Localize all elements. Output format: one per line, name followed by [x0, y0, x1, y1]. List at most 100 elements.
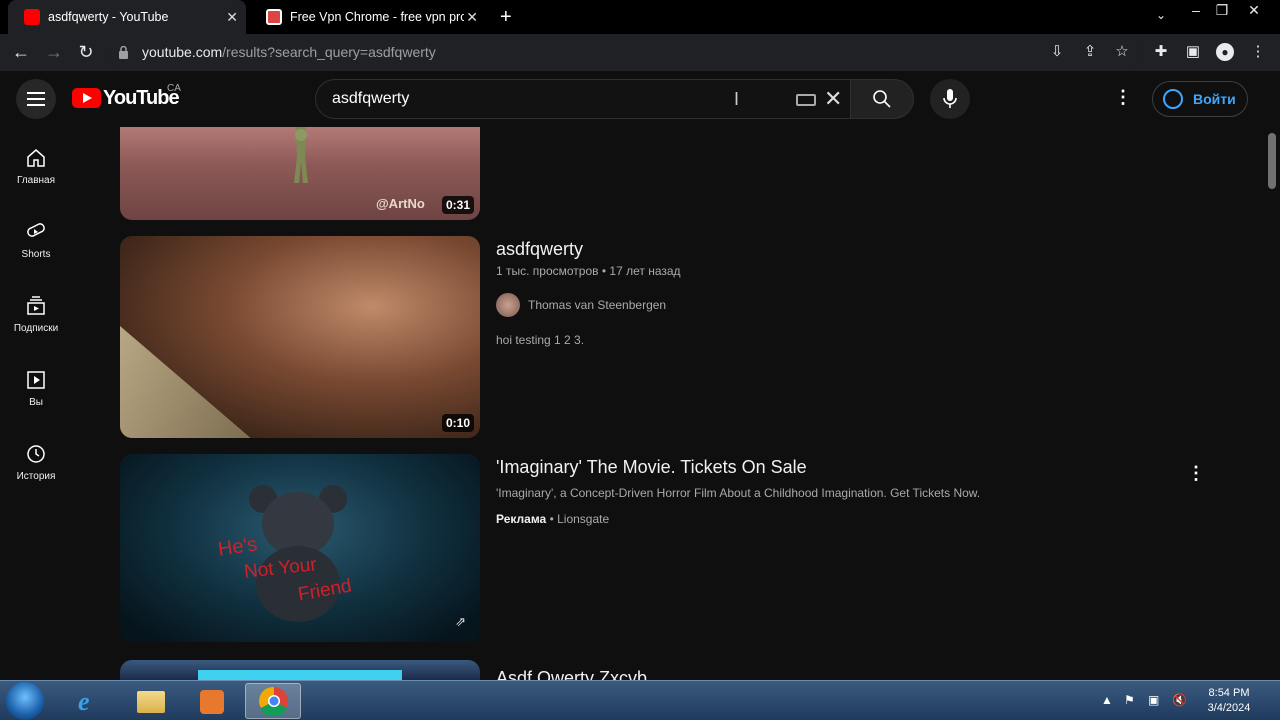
text-cursor-icon: I	[734, 89, 740, 109]
ad-title[interactable]: 'Imaginary' The Movie. Tickets On Sale	[496, 457, 807, 478]
network-icon[interactable]: ▣	[1148, 693, 1159, 707]
avatar[interactable]	[496, 293, 520, 317]
youtube-logo[interactable]: YouTube CA	[72, 83, 192, 111]
country-code: CA	[167, 83, 181, 94]
you-icon	[27, 371, 45, 389]
search-input[interactable]: asdfqwerty I ✕	[315, 79, 851, 119]
chrome-icon	[259, 686, 288, 716]
page-scrollbar[interactable]	[1266, 127, 1280, 680]
scrollbar-thumb[interactable]	[1268, 133, 1276, 189]
video-thumbnail[interactable]: 0:10	[120, 236, 480, 438]
shorts-icon	[27, 223, 45, 237]
sidebar-item-label: Подписки	[13, 323, 59, 334]
tab-search-chevron-icon[interactable]: ⌄	[1147, 8, 1175, 22]
sidebar-item-shorts[interactable]: Shorts	[4, 201, 68, 271]
youtube-header: YouTube CA asdfqwerty I ✕ ⋮ Войти	[0, 71, 1280, 127]
ad-thumbnail[interactable]: He's Not Your Friend ⇗	[120, 454, 480, 642]
settings-menu-icon[interactable]: ⋮	[1113, 87, 1133, 111]
action-center-flag-icon[interactable]: ⚑	[1124, 693, 1135, 707]
history-icon	[27, 445, 45, 463]
guide-menu-button[interactable]	[16, 79, 56, 119]
new-tab-button[interactable]: +	[500, 6, 512, 29]
upload-age: 17 лет назад	[609, 264, 681, 278]
video-title[interactable]: asdfqwerty	[496, 239, 583, 260]
video-duration: 0:31	[441, 196, 474, 214]
clear-search-icon[interactable]: ✕	[824, 86, 842, 112]
sidebar-item-you[interactable]: Вы	[4, 349, 68, 419]
sidebar-item-label: Главная	[16, 175, 56, 186]
video-title[interactable]: Asdf Qwerty Zxcvb	[496, 668, 647, 680]
search-query: asdfqwerty	[332, 90, 410, 107]
volume-muted-icon[interactable]: 🔇	[1172, 693, 1187, 707]
video-description: hoi testing 1 2 3.	[496, 333, 585, 347]
taskbar-media-player[interactable]	[184, 683, 240, 719]
hamburger-line	[27, 104, 45, 106]
view-count: 1 тыс. просмотров	[496, 264, 599, 278]
forward-button[interactable]: →	[43, 41, 65, 63]
ad-badge: Реклама	[496, 512, 547, 526]
start-button[interactable]	[6, 682, 44, 720]
close-tab-icon[interactable]: ✕	[466, 9, 478, 26]
restore-button[interactable]: ❐	[1208, 2, 1236, 19]
sidebar-item-history[interactable]: История	[4, 423, 68, 493]
show-hidden-icons[interactable]: ▲	[1101, 693, 1113, 707]
minimize-button[interactable]: –	[1182, 2, 1210, 18]
tab-title: Free Vpn Chrome - free vpn prox	[290, 10, 464, 24]
youtube-favicon-icon	[24, 9, 40, 25]
sidebar-item-home[interactable]: Главная	[4, 127, 68, 197]
close-tab-icon[interactable]: ✕	[226, 9, 238, 26]
sign-in-button[interactable]: Войти	[1152, 81, 1248, 117]
lock-icon[interactable]	[118, 46, 129, 59]
vpn-favicon-icon	[266, 9, 282, 25]
channel-link[interactable]: Thomas van Steenbergen	[496, 293, 666, 317]
hamburger-line	[27, 98, 45, 100]
taskbar-file-explorer[interactable]	[123, 683, 179, 719]
sidebar-item-subscriptions[interactable]: Подписки	[4, 275, 68, 345]
close-window-button[interactable]: ✕	[1240, 2, 1268, 19]
browser-toolbar: ← → ↻ youtube.com/results?search_query=a…	[0, 34, 1280, 71]
extensions-icon[interactable]: ✚	[1152, 43, 1170, 61]
share-icon[interactable]: ⇪	[1081, 43, 1099, 61]
youtube-play-icon	[72, 88, 101, 108]
bookmark-star-icon[interactable]: ☆	[1113, 43, 1131, 61]
sign-in-label: Войти	[1193, 91, 1236, 107]
taskbar-chrome[interactable]	[245, 683, 301, 719]
open-external-icon[interactable]: ⇗	[455, 614, 466, 630]
thumbnail-shape	[198, 670, 402, 680]
search-button[interactable]	[851, 79, 914, 119]
keyboard-icon[interactable]	[796, 94, 816, 106]
ad-metadata: Реклама • Lionsgate	[496, 512, 610, 526]
profile-icon[interactable]: ●	[1216, 43, 1234, 61]
hamburger-icon	[27, 92, 45, 94]
voice-search-button[interactable]	[930, 79, 970, 119]
reload-button[interactable]: ↻	[75, 41, 97, 63]
more-actions-icon[interactable]: ⋮	[1186, 463, 1206, 485]
url-path: /results?search_query=asdfqwerty	[222, 44, 436, 60]
video-thumbnail[interactable]	[120, 660, 480, 680]
sidebar-item-label: История	[16, 471, 56, 482]
tab-youtube[interactable]: asdfqwerty - YouTube ✕	[8, 0, 246, 34]
search-icon	[873, 90, 891, 108]
thumbnail-watermark: @ArtNo	[376, 196, 425, 211]
subscriptions-icon	[27, 296, 45, 315]
home-icon	[27, 149, 45, 167]
tab-free-vpn[interactable]: Free Vpn Chrome - free vpn prox ✕	[250, 0, 486, 34]
browser-tab-strip: asdfqwerty - YouTube ✕ Free Vpn Chrome -…	[0, 0, 1280, 34]
chrome-menu-icon[interactable]: ⋮	[1249, 43, 1267, 61]
system-clock[interactable]: 8:54 PM 3/4/2024	[1200, 686, 1258, 716]
sidebar-item-label: Shorts	[21, 249, 51, 260]
channel-name[interactable]: Thomas van Steenbergen	[528, 298, 666, 312]
side-panel-icon[interactable]: ▣	[1184, 43, 1202, 61]
install-app-icon[interactable]: ⇩	[1048, 43, 1066, 61]
figure-illustration	[294, 127, 308, 183]
microphone-icon	[943, 89, 957, 108]
advertiser-name[interactable]: Lionsgate	[557, 512, 609, 526]
internet-explorer-icon: e	[78, 687, 90, 716]
video-thumbnail[interactable]: @ArtNo 0:31	[120, 127, 480, 220]
mini-guide: Главная Shorts Подписки Вы История	[0, 127, 72, 680]
back-button[interactable]: ←	[10, 41, 32, 63]
address-bar[interactable]: youtube.com/results?search_query=asdfqwe…	[108, 38, 1140, 67]
folder-icon	[137, 691, 165, 713]
windows-taskbar: e ▲ ⚑ ▣ 🔇 8:54 PM 3/4/2024	[0, 680, 1280, 720]
taskbar-internet-explorer[interactable]: e	[62, 683, 118, 719]
